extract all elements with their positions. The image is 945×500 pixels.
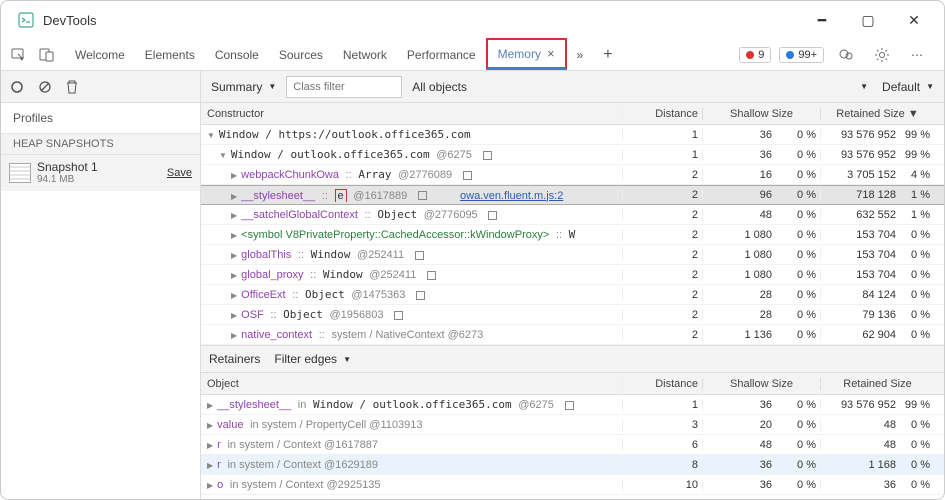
kebab-menu-icon[interactable]: ⋯ bbox=[904, 41, 932, 69]
window-title: DevTools bbox=[43, 13, 96, 28]
table-row[interactable]: <symbol V8PrivateProperty::CachedAccesso… bbox=[201, 225, 944, 245]
snapshot-name: Snapshot 1 bbox=[37, 161, 161, 174]
tab-elements[interactable]: Elements bbox=[135, 39, 205, 70]
col-distance[interactable]: Distance bbox=[622, 108, 702, 120]
retainers-toolbar: Retainers Filter edges ▼ bbox=[201, 345, 944, 373]
retainers-label: Retainers bbox=[209, 352, 260, 366]
table-row[interactable]: global_proxy :: Window @252411 21 0800 %… bbox=[201, 265, 944, 285]
issue-dot-icon bbox=[786, 51, 794, 59]
profiles-heading: Profiles bbox=[1, 103, 200, 133]
table-row[interactable]: r in system / Context @16291898360 %1 16… bbox=[201, 455, 944, 475]
tab-sources[interactable]: Sources bbox=[269, 39, 333, 70]
delete-button[interactable] bbox=[65, 79, 79, 95]
snapshot-size: 94.1 MB bbox=[37, 174, 161, 185]
add-tab-button[interactable]: + bbox=[593, 39, 622, 70]
maximize-button[interactable]: ▢ bbox=[846, 5, 890, 35]
issues-badge[interactable]: 99+ bbox=[779, 47, 824, 63]
tab-console[interactable]: Console bbox=[205, 39, 269, 70]
table-row[interactable]: Window / outlook.office365.com @6275 136… bbox=[201, 145, 944, 165]
constructors-table[interactable]: Window / https://outlook.office365.com13… bbox=[201, 125, 944, 345]
heap-snapshots-heading: HEAP SNAPSHOTS bbox=[1, 133, 200, 155]
close-icon[interactable]: × bbox=[547, 46, 555, 61]
retainers-table[interactable]: __stylesheet__ in Window / outlook.offic… bbox=[201, 395, 944, 499]
retain-dropdown[interactable]: Default▼ bbox=[878, 78, 938, 96]
table-row[interactable]: __stylesheet__ :: e @1617889 owa.ven.flu… bbox=[201, 185, 944, 205]
table-row[interactable]: OSF :: Object @1956803 2280 %79 1360 % bbox=[201, 305, 944, 325]
more-tabs-button[interactable]: » bbox=[567, 39, 594, 70]
table-row[interactable]: native_context :: system / NativeContext… bbox=[201, 325, 944, 345]
inspect-icon[interactable] bbox=[5, 41, 33, 69]
filter-toolbar: Summary▼ All objects▼ Default▼ bbox=[201, 71, 944, 103]
table-row[interactable]: webpackChunkOwa :: Array @2776089 2160 %… bbox=[201, 165, 944, 185]
devtools-icon bbox=[17, 11, 35, 29]
filter-edges-dropdown[interactable]: Filter edges ▼ bbox=[270, 350, 355, 368]
record-button[interactable] bbox=[9, 79, 25, 95]
class-filter-input[interactable] bbox=[286, 76, 402, 98]
col-shallow[interactable]: Shallow Size bbox=[702, 108, 820, 120]
table-row[interactable]: globalThis :: Window @252411 21 0800 %15… bbox=[201, 245, 944, 265]
retainers-header: Object Distance Shallow Size Retained Si… bbox=[201, 373, 944, 395]
snapshot-icon bbox=[9, 163, 31, 183]
error-badge[interactable]: 9 bbox=[739, 47, 771, 63]
tab-welcome[interactable]: Welcome bbox=[65, 39, 135, 70]
col-constructor[interactable]: Constructor bbox=[201, 108, 622, 120]
clear-button[interactable] bbox=[37, 79, 53, 95]
table-row[interactable]: OfficeExt :: Object @1475363 2280 %84 12… bbox=[201, 285, 944, 305]
table-row[interactable]: __satchelGlobalContext :: Object @277609… bbox=[201, 205, 944, 225]
tab-performance[interactable]: Performance bbox=[397, 39, 486, 70]
col-object[interactable]: Object bbox=[201, 378, 622, 390]
view-dropdown[interactable]: Summary▼ bbox=[207, 78, 280, 96]
settings-icon[interactable] bbox=[868, 41, 896, 69]
snapshot-item[interactable]: Snapshot 1 94.1 MB Save bbox=[1, 155, 200, 191]
table-row[interactable]: value in system / PropertyCell @11039133… bbox=[201, 415, 944, 435]
minimize-button[interactable]: ━ bbox=[800, 5, 844, 35]
table-row[interactable]: __stylesheet__ in Window / outlook.offic… bbox=[201, 395, 944, 415]
tool-tabbar: Welcome Elements Console Sources Network… bbox=[1, 39, 944, 71]
profiles-sidebar: Profiles HEAP SNAPSHOTS Snapshot 1 94.1 … bbox=[1, 71, 201, 499]
constructors-header: Constructor Distance Shallow Size Retain… bbox=[201, 103, 944, 125]
close-window-button[interactable]: ✕ bbox=[892, 5, 936, 35]
objects-dropdown[interactable]: All objects▼ bbox=[408, 78, 872, 96]
title-bar: DevTools ━ ▢ ✕ bbox=[1, 1, 944, 39]
tab-network[interactable]: Network bbox=[333, 39, 397, 70]
table-row[interactable]: r in system / Context @16178876480 %480 … bbox=[201, 435, 944, 455]
table-row[interactable]: o in system / Context @292513510360 %360… bbox=[201, 475, 944, 495]
tab-memory[interactable]: Memory× bbox=[486, 38, 567, 70]
table-row[interactable]: Window / https://outlook.office365.com13… bbox=[201, 125, 944, 145]
error-dot-icon bbox=[746, 51, 754, 59]
device-toggle-icon[interactable] bbox=[33, 41, 61, 69]
col-retained[interactable]: Retained Size ▼ bbox=[820, 108, 944, 120]
save-snapshot-link[interactable]: Save bbox=[167, 167, 192, 179]
feedback-icon[interactable] bbox=[832, 41, 860, 69]
